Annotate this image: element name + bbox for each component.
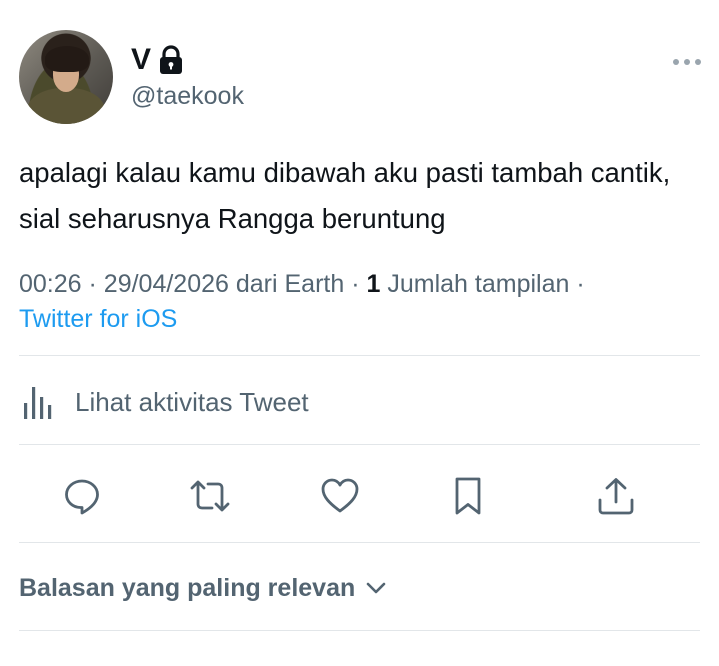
user-handle[interactable]: @taekook — [131, 82, 244, 111]
avatar-jacket — [27, 88, 105, 124]
tweet-location: dari Earth — [235, 270, 345, 298]
bar-chart-icon — [24, 387, 52, 419]
avatar-hair — [45, 46, 89, 72]
meta-separator: · — [88, 270, 97, 298]
retweet-icon — [190, 480, 230, 512]
replies-sort-label: Balasan yang paling relevan — [19, 573, 356, 602]
reply-icon — [65, 479, 99, 515]
retweet-button[interactable] — [188, 474, 232, 518]
share-icon — [598, 478, 634, 515]
divider — [19, 542, 700, 543]
heart-icon — [321, 478, 359, 513]
avatar[interactable] — [19, 30, 113, 124]
share-button[interactable] — [594, 474, 638, 518]
tweet-time[interactable]: 00:26 — [19, 270, 82, 298]
more-icon[interactable] — [671, 56, 703, 68]
meta-separator: · — [351, 270, 360, 298]
divider — [19, 444, 700, 445]
reply-button[interactable] — [60, 474, 104, 518]
tweet-actions-bar — [0, 464, 719, 524]
user-name-row[interactable]: V — [131, 42, 184, 78]
tweet-meta: 00:26 · 29/04/2026 dari Earth · 1 Jumlah… — [19, 270, 585, 299]
tweet-activity-label: Lihat aktivitas Tweet — [75, 386, 309, 417]
meta-separator: · — [576, 270, 585, 298]
tweet-date[interactable]: 29/04/2026 — [104, 270, 229, 298]
divider — [19, 355, 700, 356]
replies-sort-toggle[interactable]: Balasan yang paling relevan — [19, 568, 387, 608]
bookmark-button[interactable] — [446, 474, 490, 518]
views-label: Jumlah tampilan — [387, 270, 570, 298]
display-name[interactable]: V — [131, 43, 152, 77]
bookmark-icon — [455, 477, 481, 515]
like-button[interactable] — [318, 474, 362, 518]
divider — [19, 630, 700, 631]
views-count: 1 — [366, 270, 381, 298]
tweet-source-link[interactable]: Twitter for iOS — [19, 305, 177, 334]
chevron-down-icon — [366, 582, 386, 594]
tweet-activity-button[interactable]: Lihat aktivitas Tweet — [19, 380, 309, 424]
tweet-text: apalagi kalau kamu dibawah aku pasti tam… — [19, 157, 671, 234]
lock-icon — [159, 45, 182, 74]
